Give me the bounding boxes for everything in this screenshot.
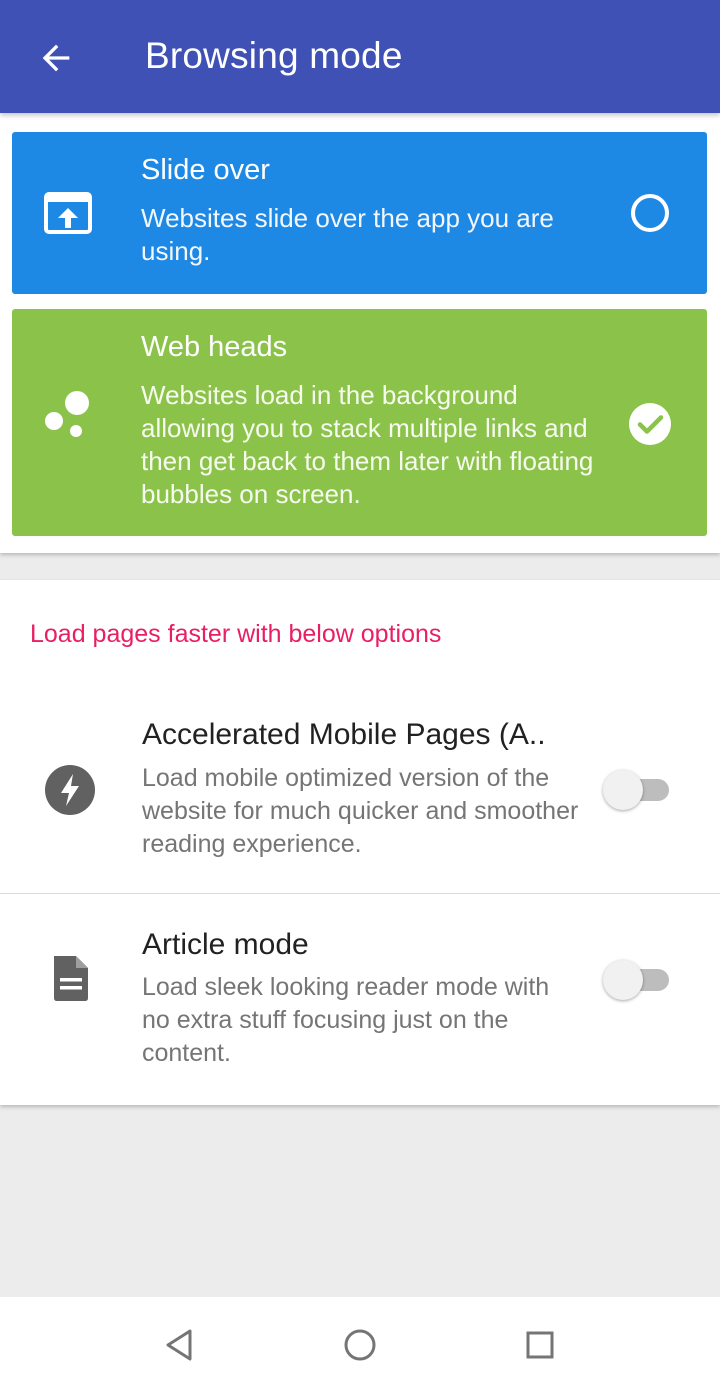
article-mode-toggle-switch[interactable] xyxy=(603,959,669,1001)
section-header: Load pages faster with below options xyxy=(30,620,442,648)
setting-title: Accelerated Mobile Pages (A.. xyxy=(142,718,546,751)
setting-row-article-mode[interactable]: Article mode Load sleek looking reader m… xyxy=(0,894,720,1104)
slide-over-icon xyxy=(44,192,92,234)
switch-thumb xyxy=(603,770,643,810)
setting-description: Load mobile optimized version of the web… xyxy=(142,764,579,858)
home-circle-icon[interactable] xyxy=(340,1325,380,1365)
setting-row-amp[interactable]: Accelerated Mobile Pages (A.. Load mobil… xyxy=(0,705,720,893)
app-screen: Browsing mode Slide over Websites slide … xyxy=(0,0,720,1393)
back-triangle-icon[interactable] xyxy=(160,1325,200,1365)
lightning-icon xyxy=(45,765,95,815)
recents-square-icon[interactable] xyxy=(520,1325,560,1365)
mode-title: Slide over xyxy=(141,154,270,186)
mode-description: Websites slide over the app you are usin… xyxy=(141,203,554,266)
arrow-back-icon xyxy=(42,44,70,72)
mode-option-slide-over[interactable]: Slide over Websites slide over the app y… xyxy=(12,132,707,294)
speed-options-card: Load pages faster with below options Acc… xyxy=(0,580,720,1105)
mode-option-web-heads[interactable]: Web heads Websites load in the backgroun… xyxy=(12,309,707,536)
mode-description: Websites load in the background allowing… xyxy=(141,380,594,509)
back-button[interactable] xyxy=(22,24,90,92)
browsing-mode-card: Slide over Websites slide over the app y… xyxy=(0,113,720,553)
bubbles-icon xyxy=(45,391,89,437)
switch-thumb xyxy=(603,960,643,1000)
app-bar: Browsing mode xyxy=(0,0,720,113)
amp-toggle-switch[interactable] xyxy=(603,769,669,811)
setting-description: Load sleek looking reader mode with no e… xyxy=(142,973,550,1067)
check-circle-icon[interactable] xyxy=(628,402,672,446)
mode-title: Web heads xyxy=(141,331,288,363)
system-nav-bar xyxy=(0,1297,720,1393)
radio-unchecked-icon[interactable] xyxy=(628,191,672,235)
setting-title: Article mode xyxy=(142,928,309,961)
page-title: Browsing mode xyxy=(145,35,403,76)
document-icon xyxy=(54,956,88,1001)
